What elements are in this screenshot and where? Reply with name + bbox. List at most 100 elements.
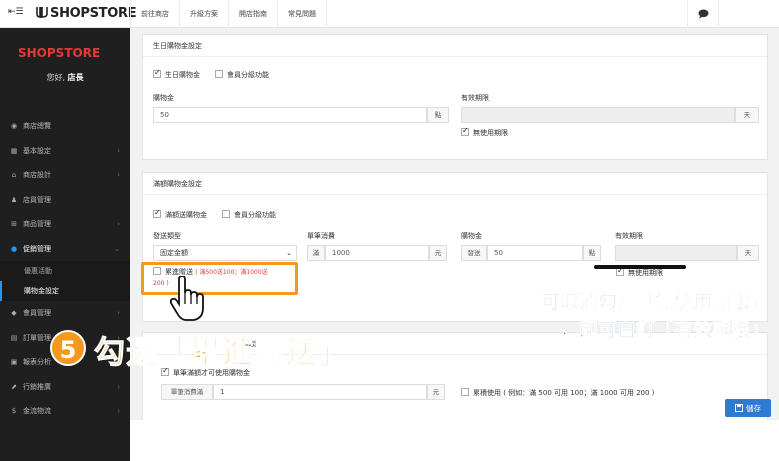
nav-go-to-store[interactable]: 前往商店 — [130, 0, 180, 28]
dashboard-icon: ◉ — [10, 122, 18, 131]
send-type-select[interactable]: 固定金額 ⌄ — [153, 245, 297, 261]
save-label: 儲存 — [746, 403, 761, 413]
sidebar-item-staff[interactable]: ♟ 店員管理 — [0, 188, 130, 213]
greeting: 您好, 店長 — [0, 72, 130, 83]
chevron-down-icon: ⌄ — [286, 249, 292, 257]
birthday-amount-label: 購物金 — [153, 94, 174, 102]
sidebar-menu: ◉ 商店總覽 ▦ 基本設定 › ⌂ 商店設計 › ♟ 店員管理 ⊞ 商品管理 › ● 促銷管理 ⌄ … — [0, 114, 130, 424]
unlimited-underline-mark — [594, 265, 686, 269]
threshold-validity-input[interactable] — [615, 245, 737, 261]
birthday-enable-checkbox[interactable] — [153, 68, 161, 78]
send-amount-unit: 點 — [583, 245, 601, 261]
sidebar-item-label: 會員管理 — [23, 309, 51, 318]
birthday-member-level-checkbox[interactable] — [215, 70, 223, 78]
user-icon: ♟ — [10, 195, 18, 204]
sidebar-item-label: 金流物流 — [23, 407, 51, 416]
tip-note-line-1: 可取消勾選「無使用期限」 — [540, 291, 770, 314]
sidebar-item-basic-settings[interactable]: ▦ 基本設定 › — [0, 139, 130, 164]
sidebar-item-marketing[interactable]: ⬈ 行銷推廣 › — [0, 375, 130, 400]
birthday-validity-input[interactable] — [461, 107, 735, 123]
threshold-unlimited-checkbox[interactable] — [616, 266, 624, 276]
min-spend-prefix-2: 單筆消費滿 — [161, 384, 213, 400]
app-root: ⇤☰ SHOPSTORE 前往商店 升級方案 開店指南 常見問題 SHOPSTO… — [0, 0, 779, 461]
sidebar-item-promotions[interactable]: ● 促銷管理 ⌄ — [0, 237, 130, 262]
min-spend-input[interactable]: 1000 — [325, 245, 429, 261]
sidebar-item-label: 報表分析 — [23, 358, 51, 367]
threshold-member-level-label: 會員分級功能 — [234, 211, 276, 219]
sidebar-item-label: 商品管理 — [23, 220, 51, 229]
threshold-enable-label: 滿額送購物金 — [165, 211, 207, 219]
chevron-right-icon: › — [117, 220, 120, 229]
send-amount-prefix: 發送 — [461, 245, 487, 261]
birthday-credit-card: 生日購物金設定 生日購物金 會員分級功能 購物金 50 點 有效期限 天 無使用… — [142, 34, 768, 160]
tip-note-line-2: ，即可自訂「有效期限」 — [559, 319, 770, 342]
sidebar-subitem-offers[interactable]: 優惠活動 — [0, 261, 130, 281]
chevron-right-icon: › — [117, 146, 120, 155]
sidebar-item-store-overview[interactable]: ◉ 商店總覽 — [0, 114, 130, 139]
birthday-amount-input[interactable]: 50 — [153, 107, 427, 123]
chat-button[interactable] — [687, 0, 719, 28]
step-number-badge: 5 — [50, 330, 86, 366]
threshold-validity-label: 有效期限 — [615, 232, 643, 240]
footer-area — [130, 420, 779, 461]
sidebar-item-members[interactable]: ◆ 會員管理 › — [0, 301, 130, 326]
chat-bubble-icon — [698, 9, 708, 19]
threshold-unlimited-label: 無使用期限 — [628, 269, 663, 277]
sidebar-item-products[interactable]: ⊞ 商品管理 › — [0, 212, 130, 237]
sidebar-item-label: 行銷推廣 — [23, 382, 51, 391]
threshold-validity-unit: 天 — [737, 245, 759, 261]
progressive-highlight-box — [141, 262, 298, 295]
members-icon: ◆ — [11, 309, 17, 318]
sidebar-logo[interactable]: SHOPSTORE — [18, 46, 100, 60]
threshold-enable-checkbox[interactable] — [153, 208, 161, 218]
sidebar-item-store-design[interactable]: ⌂ 商店設計 › — [0, 163, 130, 188]
sidebar-item-label: 店員管理 — [23, 195, 51, 204]
chevron-right-icon: › — [117, 309, 120, 318]
logo-mark-icon — [36, 7, 48, 18]
send-amount-label: 購物金 — [461, 232, 482, 240]
sidebar: SHOPSTORE 您好, 店長 ◉ 商店總覽 ▦ 基本設定 › ⌂ 商店設計 › ♟ 店員… — [0, 28, 130, 461]
top-logo-text: SHOPSTORE — [50, 6, 137, 21]
dollar-icon: $ — [11, 407, 17, 416]
top-logo[interactable]: SHOPSTORE — [36, 5, 137, 21]
sidebar-item-label: 促銷管理 — [23, 244, 51, 253]
top-bar: ⇤☰ SHOPSTORE 前往商店 升級方案 開店指南 常見問題 — [0, 0, 779, 28]
sidebar-subitem-credit-settings[interactable]: 購物金設定 — [0, 281, 130, 301]
send-type-value: 固定金額 — [160, 249, 188, 257]
menu-toggle-icon[interactable]: ⇤☰ — [8, 7, 24, 17]
cart-icon: ⊞ — [11, 220, 17, 229]
send-type-label: 發送類型 — [153, 232, 181, 240]
top-nav: 前往商店 升級方案 開店指南 常見問題 — [130, 0, 327, 28]
birthday-unlimited-checkbox[interactable] — [461, 126, 469, 136]
nav-upgrade-plan[interactable]: 升級方案 — [180, 0, 229, 28]
nav-store-guide[interactable]: 開店指南 — [229, 0, 278, 28]
stack-usage-checkbox[interactable] — [461, 388, 469, 396]
birthday-unlimited-label: 無使用期限 — [473, 129, 508, 137]
step-instruction: 勾選「累進贈送」 — [94, 335, 350, 372]
min-spend-label: 單筆消費 — [307, 232, 335, 240]
min-spend-input-2[interactable]: 1 — [213, 384, 427, 400]
threshold-member-level-checkbox[interactable] — [222, 210, 230, 218]
sidebar-item-label: 商店設計 — [23, 171, 51, 180]
home-icon: ⌂ — [11, 171, 17, 180]
hand-pointer-icon — [170, 276, 204, 321]
chevron-down-icon: ⌄ — [114, 244, 120, 253]
birthday-member-level-label: 會員分級功能 — [227, 71, 269, 79]
nav-faq[interactable]: 常見問題 — [278, 0, 327, 28]
bank-icon: ▦ — [10, 146, 18, 155]
save-button[interactable]: 儲存 — [725, 399, 771, 417]
send-amount-input[interactable]: 50 — [487, 245, 583, 261]
sidebar-item-label: 基本設定 — [23, 146, 51, 155]
trend-icon: ⬈ — [11, 382, 17, 391]
min-spend-unit: 元 — [429, 245, 447, 261]
birthday-validity-label: 有效期限 — [461, 94, 489, 102]
card-title: 滿額購物金設定 — [143, 173, 767, 195]
greeting-name: 店長 — [67, 73, 84, 82]
card-title: 生日購物金設定 — [143, 35, 767, 57]
birthday-enable-label: 生日購物金 — [165, 71, 200, 79]
birthday-amount-unit: 點 — [427, 107, 449, 123]
min-spend-unit-2: 元 — [427, 384, 445, 400]
save-disk-icon — [735, 404, 743, 412]
sidebar-item-payment-logistics[interactable]: $ 金流物流 › — [0, 399, 130, 424]
stack-usage-label: 累積使用 ( 例如：滿 500 可用 100；滿 1000 可用 200 ) — [473, 389, 655, 397]
